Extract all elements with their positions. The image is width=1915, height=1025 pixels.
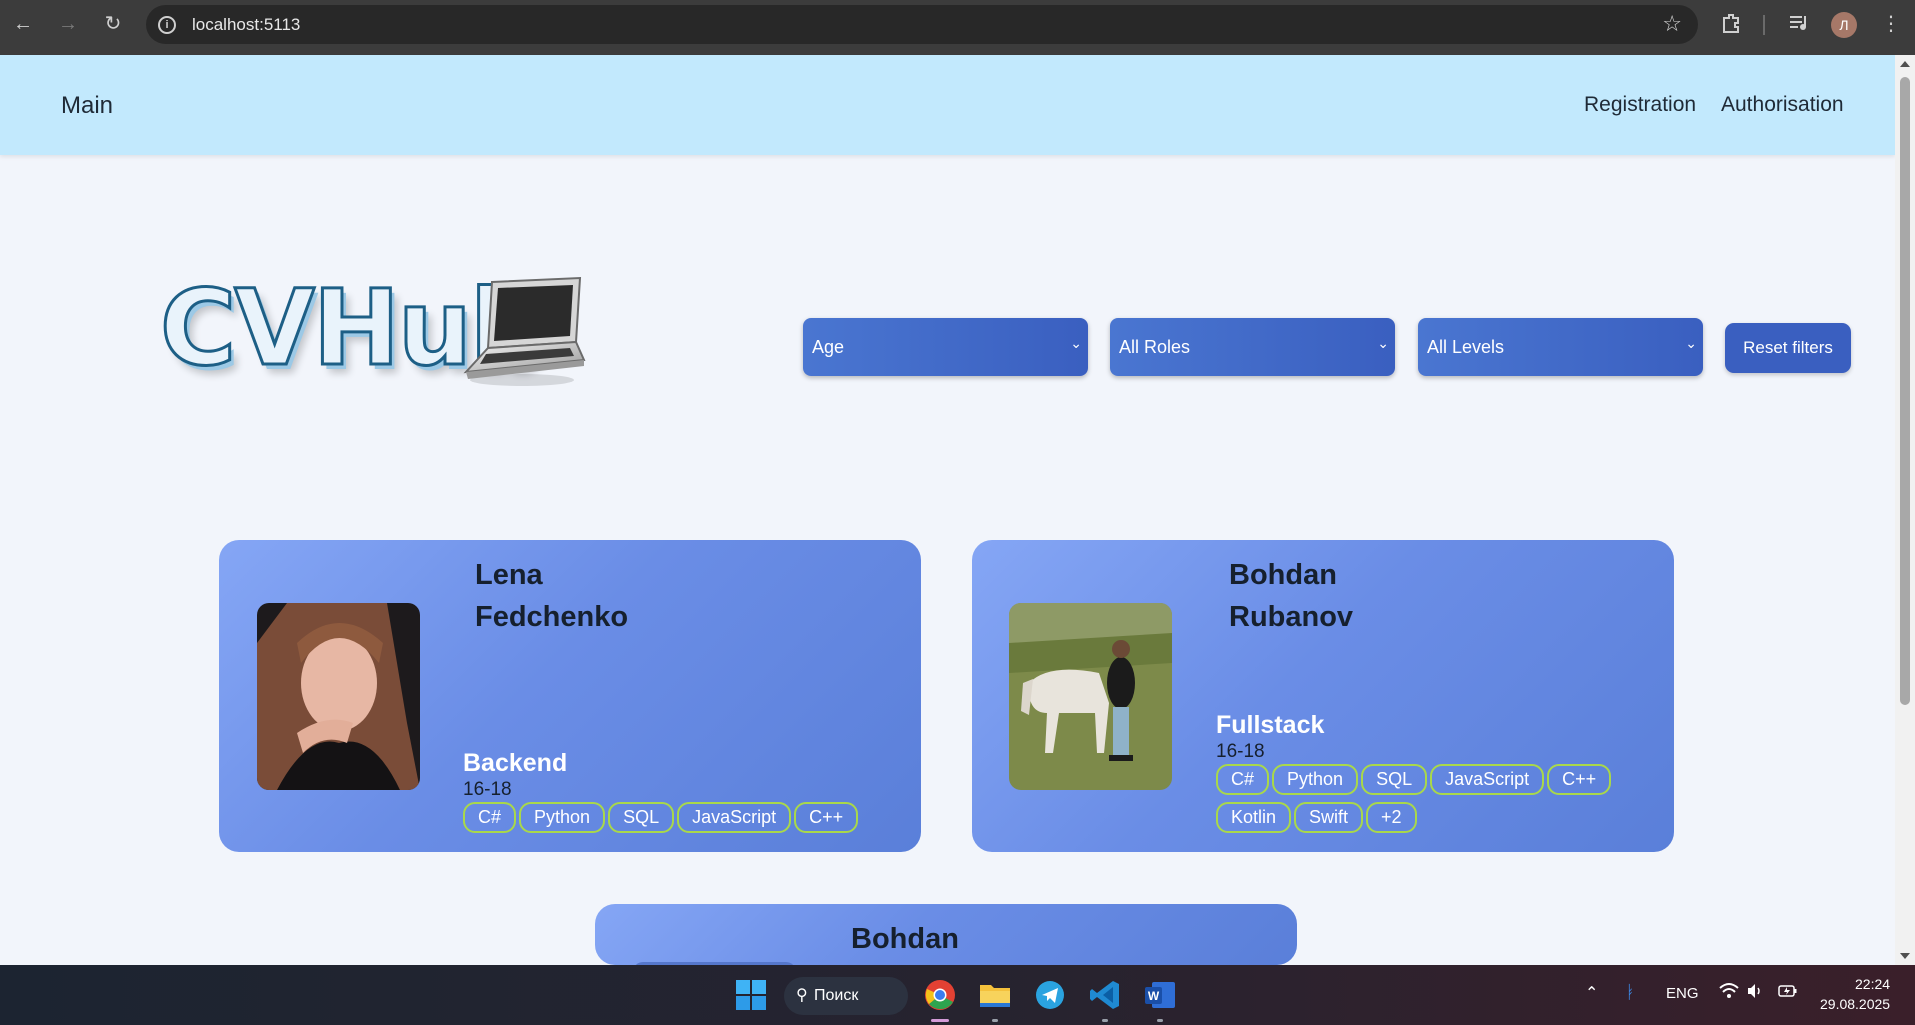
cv-card[interactable]: Bohdan (595, 904, 1297, 965)
level-filter-value: All Levels (1427, 337, 1505, 357)
card-first-name: Lena (475, 559, 543, 591)
skill-tag: SQL (1361, 764, 1428, 795)
card-age: 16-18 (1216, 741, 1265, 762)
clock-time[interactable]: 22:24 (1855, 976, 1890, 992)
card-tags: C# Python SQL JavaScript C++ Kotlin Swift +2 (1216, 764, 1656, 840)
back-icon[interactable]: ← (11, 12, 35, 36)
skill-tag: Swift (1294, 802, 1364, 833)
battery-icon[interactable] (1778, 983, 1798, 1003)
skill-tag: Kotlin (1216, 802, 1292, 833)
role-filter-select[interactable]: All Roles ⌄ (1110, 318, 1395, 376)
language-indicator[interactable]: ENG (1666, 985, 1699, 1002)
scroll-up-arrow[interactable] (1900, 61, 1910, 67)
forward-icon[interactable]: → (56, 12, 80, 36)
card-first-name: Bohdan (1229, 559, 1337, 591)
cv-card[interactable]: Lena Fedchenko Backend 16-18 C# Python SQL… (219, 540, 921, 852)
age-filter-value: Age (812, 337, 845, 357)
card-last-name: Fedchenko (475, 601, 629, 633)
age-filter-select[interactable]: Age ⌄ (803, 318, 1088, 376)
skill-tag: SQL (608, 802, 675, 833)
cv-card[interactable]: Bohdan Rubanov Fullstack 16-18 C# Python S… (972, 540, 1674, 852)
scroll-down-arrow[interactable] (1900, 953, 1910, 959)
clock-date[interactable]: 29.08.2025 (1820, 996, 1890, 1012)
more-skills-tag[interactable]: +2 (1366, 802, 1417, 833)
profile-avatar[interactable]: Л (1831, 12, 1857, 38)
browser-toolbar: ← → ↻ i localhost:5113 ☆ Л ⋮ (0, 0, 1915, 55)
chevron-up-icon[interactable]: ⌃ (1585, 983, 1598, 1003)
card-tags: C# Python SQL JavaScript C++ (463, 802, 903, 840)
skill-tag: Python (519, 802, 606, 833)
chevron-down-icon: ⌄ (1377, 335, 1389, 351)
extensions-icon[interactable] (1720, 12, 1742, 40)
skill-tag: Python (1272, 764, 1359, 795)
telegram-icon[interactable] (1032, 977, 1068, 1013)
skill-tag: C# (1216, 764, 1270, 795)
wifi-icon[interactable] (1719, 982, 1739, 1004)
reset-filters-button[interactable]: Reset filters (1725, 323, 1851, 373)
running-app-indicator (992, 1019, 998, 1022)
word-icon[interactable]: W (1142, 977, 1178, 1013)
address-bar[interactable]: i localhost:5113 ☆ (146, 5, 1698, 44)
running-app-indicator (1157, 1019, 1163, 1022)
chevron-down-icon: ⌄ (1685, 335, 1697, 351)
authorisation-link[interactable]: Authorisation (1721, 93, 1844, 117)
search-icon: ⚲ (796, 987, 808, 1004)
skill-tag: C# (463, 802, 517, 833)
search-label: Поиск (814, 987, 859, 1004)
toolbar-divider (1763, 15, 1765, 35)
role-filter-value: All Roles (1119, 337, 1191, 357)
chevron-down-icon: ⌄ (1070, 335, 1082, 351)
skill-tag: JavaScript (677, 802, 792, 833)
windows-start-icon[interactable] (733, 977, 769, 1013)
volume-icon[interactable] (1746, 982, 1764, 1004)
laptop-icon (462, 276, 588, 393)
card-name: Bohdan (851, 918, 959, 960)
level-filter-select[interactable]: All Levels ⌄ (1418, 318, 1703, 376)
page-scrollbar[interactable] (1895, 55, 1915, 965)
taskbar-search[interactable]: Поиск ⚲ (784, 977, 908, 1015)
site-header: Main Registration Authorisation (0, 55, 1895, 155)
url-text[interactable]: localhost:5113 (192, 15, 300, 35)
file-explorer-icon[interactable] (977, 977, 1013, 1013)
chrome-app-icon[interactable] (922, 977, 958, 1013)
card-name: Bohdan Rubanov (1229, 554, 1353, 638)
profile-photo (1009, 603, 1172, 790)
skill-tag: C++ (1547, 764, 1612, 795)
menu-kebab-icon[interactable]: ⋮ (1881, 12, 1901, 36)
bluetooth-icon[interactable]: ᛓ (1625, 982, 1636, 1003)
main-link[interactable]: Main (61, 92, 113, 120)
running-app-indicator (1102, 1019, 1108, 1022)
profile-photo (257, 603, 420, 790)
site-info-icon[interactable]: i (158, 16, 176, 34)
bookmark-star-icon[interactable]: ☆ (1662, 11, 1682, 37)
registration-link[interactable]: Registration (1584, 93, 1696, 117)
card-age: 16-18 (463, 779, 512, 800)
active-app-indicator (931, 1019, 949, 1022)
card-last-name: Rubanov (1229, 601, 1354, 633)
svg-text:W: W (1148, 989, 1160, 1003)
card-first-name: Bohdan (851, 923, 959, 955)
vscode-icon[interactable] (1087, 977, 1123, 1013)
card-name: Lena Fedchenko (475, 554, 628, 638)
windows-taskbar: Поиск ⚲ W ⌃ ᛓ ENG 22:24 29.08.2025 (0, 965, 1915, 1025)
media-control-icon[interactable] (1788, 12, 1810, 40)
reload-icon[interactable]: ↻ (101, 12, 125, 36)
skill-tag: JavaScript (1430, 764, 1545, 795)
card-role: Fullstack (1216, 711, 1325, 739)
card-role: Backend (463, 749, 568, 777)
skill-tag: C++ (794, 802, 859, 833)
scroll-thumb[interactable] (1900, 77, 1910, 705)
